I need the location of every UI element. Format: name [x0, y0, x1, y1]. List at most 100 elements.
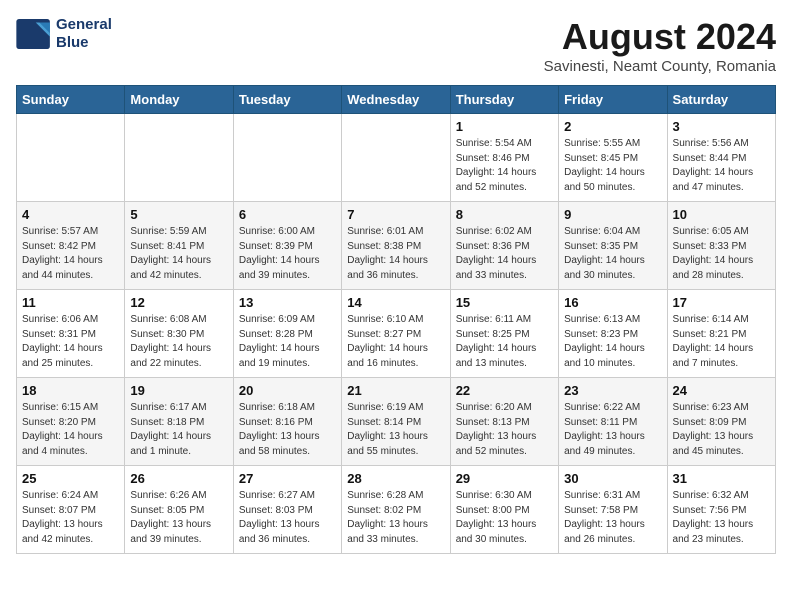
calendar-cell: 9 Sunrise: 6:04 AM Sunset: 8:35 PM Daylig…	[559, 202, 667, 290]
header-friday: Friday	[559, 86, 667, 114]
calendar-cell: 4 Sunrise: 5:57 AM Sunset: 8:42 PM Daylig…	[17, 202, 125, 290]
calendar-cell: 13 Sunrise: 6:09 AM Sunset: 8:28 PM Dayli…	[233, 290, 341, 378]
day-detail: Sunrise: 6:05 AM Sunset: 8:33 PM Dayligh…	[673, 225, 770, 283]
calendar-cell: 3 Sunrise: 5:56 AM Sunset: 8:44 PM Daylig…	[667, 114, 775, 202]
day-number: 24	[673, 383, 770, 398]
day-detail: Sunrise: 5:54 AM Sunset: 8:46 PM Dayligh…	[456, 137, 553, 195]
day-detail: Sunrise: 5:56 AM Sunset: 8:44 PM Dayligh…	[673, 137, 770, 195]
day-detail: Sunrise: 6:01 AM Sunset: 8:38 PM Dayligh…	[347, 225, 444, 283]
title-block: August 2024 Savinesti, Neamt County, Rom…	[544, 16, 776, 75]
day-detail: Sunrise: 6:11 AM Sunset: 8:25 PM Dayligh…	[456, 313, 553, 371]
day-number: 5	[130, 207, 227, 222]
day-detail: Sunrise: 6:19 AM Sunset: 8:14 PM Dayligh…	[347, 401, 444, 459]
day-number: 14	[347, 295, 444, 310]
week-row-5: 25Sunrise: 6:24 AM Sunset: 8:07 PM Dayli…	[17, 466, 776, 554]
logo: General Blue	[16, 16, 112, 52]
day-detail: Sunrise: 5:55 AM Sunset: 8:45 PM Dayligh…	[564, 137, 661, 195]
day-detail: Sunrise: 6:31 AM Sunset: 7:58 PM Dayligh…	[564, 489, 661, 547]
day-number: 2	[564, 119, 661, 134]
day-number: 21	[347, 383, 444, 398]
day-number: 23	[564, 383, 661, 398]
calendar-cell: 31Sunrise: 6:32 AM Sunset: 7:56 PM Dayli…	[667, 466, 775, 554]
calendar-cell: 29 Sunrise: 6:30 AM Sunset: 8:00 PM Dayli…	[450, 466, 558, 554]
day-number: 8	[456, 207, 553, 222]
day-detail: Sunrise: 6:15 AM Sunset: 8:20 PM Dayligh…	[22, 401, 119, 459]
day-detail: Sunrise: 6:00 AM Sunset: 8:39 PM Dayligh…	[239, 225, 336, 283]
calendar-cell: 1 Sunrise: 5:54 AM Sunset: 8:46 PM Daylig…	[450, 114, 558, 202]
day-detail: Sunrise: 5:57 AM Sunset: 8:42 PM Dayligh…	[22, 225, 119, 283]
day-number: 31	[673, 471, 770, 486]
day-number: 4	[22, 207, 119, 222]
calendar-cell: 25Sunrise: 6:24 AM Sunset: 8:07 PM Dayli…	[17, 466, 125, 554]
calendar-cell: 23 Sunrise: 6:22 AM Sunset: 8:11 PM Dayli…	[559, 378, 667, 466]
day-number: 29	[456, 471, 553, 486]
calendar-cell: 2 Sunrise: 5:55 AM Sunset: 8:45 PM Daylig…	[559, 114, 667, 202]
day-detail: Sunrise: 6:10 AM Sunset: 8:27 PM Dayligh…	[347, 313, 444, 371]
header-sunday: Sunday	[17, 86, 125, 114]
day-detail: Sunrise: 6:14 AM Sunset: 8:21 PM Dayligh…	[673, 313, 770, 371]
calendar-cell: 26 Sunrise: 6:26 AM Sunset: 8:05 PM Dayli…	[125, 466, 233, 554]
calendar-cell: 27 Sunrise: 6:27 AM Sunset: 8:03 PM Dayli…	[233, 466, 341, 554]
day-detail: Sunrise: 6:24 AM Sunset: 8:07 PM Dayligh…	[22, 489, 119, 547]
header-tuesday: Tuesday	[233, 86, 341, 114]
day-detail: Sunrise: 6:06 AM Sunset: 8:31 PM Dayligh…	[22, 313, 119, 371]
day-detail: Sunrise: 6:22 AM Sunset: 8:11 PM Dayligh…	[564, 401, 661, 459]
calendar-cell: 24Sunrise: 6:23 AM Sunset: 8:09 PM Dayli…	[667, 378, 775, 466]
day-detail: Sunrise: 6:26 AM Sunset: 8:05 PM Dayligh…	[130, 489, 227, 547]
calendar-cell: 10 Sunrise: 6:05 AM Sunset: 8:33 PM Dayli…	[667, 202, 775, 290]
calendar-cell: 5 Sunrise: 5:59 AM Sunset: 8:41 PM Daylig…	[125, 202, 233, 290]
day-number: 13	[239, 295, 336, 310]
day-detail: Sunrise: 6:20 AM Sunset: 8:13 PM Dayligh…	[456, 401, 553, 459]
header-saturday: Saturday	[667, 86, 775, 114]
day-detail: Sunrise: 5:59 AM Sunset: 8:41 PM Dayligh…	[130, 225, 227, 283]
week-row-3: 11 Sunrise: 6:06 AM Sunset: 8:31 PM Dayli…	[17, 290, 776, 378]
day-number: 20	[239, 383, 336, 398]
calendar-cell: 30 Sunrise: 6:31 AM Sunset: 7:58 PM Dayli…	[559, 466, 667, 554]
day-number: 6	[239, 207, 336, 222]
day-number: 7	[347, 207, 444, 222]
day-number: 26	[130, 471, 227, 486]
calendar-cell	[125, 114, 233, 202]
calendar-cell: 8Sunrise: 6:02 AM Sunset: 8:36 PM Daylig…	[450, 202, 558, 290]
day-detail: Sunrise: 6:30 AM Sunset: 8:00 PM Dayligh…	[456, 489, 553, 547]
calendar-cell	[342, 114, 450, 202]
day-number: 1	[456, 119, 553, 134]
calendar-table: SundayMondayTuesdayWednesdayThursdayFrid…	[16, 85, 776, 554]
day-number: 28	[347, 471, 444, 486]
weekday-header-row: SundayMondayTuesdayWednesdayThursdayFrid…	[17, 86, 776, 114]
calendar-cell: 17Sunrise: 6:14 AM Sunset: 8:21 PM Dayli…	[667, 290, 775, 378]
week-row-2: 4 Sunrise: 5:57 AM Sunset: 8:42 PM Daylig…	[17, 202, 776, 290]
day-number: 3	[673, 119, 770, 134]
calendar-cell: 18 Sunrise: 6:15 AM Sunset: 8:20 PM Dayli…	[17, 378, 125, 466]
month-year-title: August 2024	[544, 16, 776, 58]
day-number: 12	[130, 295, 227, 310]
header-wednesday: Wednesday	[342, 86, 450, 114]
day-number: 9	[564, 207, 661, 222]
calendar-cell: 20 Sunrise: 6:18 AM Sunset: 8:16 PM Dayli…	[233, 378, 341, 466]
calendar-cell: 16Sunrise: 6:13 AM Sunset: 8:23 PM Dayli…	[559, 290, 667, 378]
day-number: 18	[22, 383, 119, 398]
calendar-cell: 6 Sunrise: 6:00 AM Sunset: 8:39 PM Daylig…	[233, 202, 341, 290]
calendar-cell: 7 Sunrise: 6:01 AM Sunset: 8:38 PM Daylig…	[342, 202, 450, 290]
day-number: 27	[239, 471, 336, 486]
calendar-cell: 28Sunrise: 6:28 AM Sunset: 8:02 PM Dayli…	[342, 466, 450, 554]
calendar-cell	[17, 114, 125, 202]
day-number: 30	[564, 471, 661, 486]
week-row-1: 1 Sunrise: 5:54 AM Sunset: 8:46 PM Daylig…	[17, 114, 776, 202]
day-detail: Sunrise: 6:13 AM Sunset: 8:23 PM Dayligh…	[564, 313, 661, 371]
logo-icon	[16, 19, 52, 49]
page-header: General Blue August 2024 Savinesti, Neam…	[16, 16, 776, 75]
calendar-cell: 14 Sunrise: 6:10 AM Sunset: 8:27 PM Dayli…	[342, 290, 450, 378]
day-number: 11	[22, 295, 119, 310]
calendar-cell: 21 Sunrise: 6:19 AM Sunset: 8:14 PM Dayli…	[342, 378, 450, 466]
day-detail: Sunrise: 6:08 AM Sunset: 8:30 PM Dayligh…	[130, 313, 227, 371]
day-detail: Sunrise: 6:18 AM Sunset: 8:16 PM Dayligh…	[239, 401, 336, 459]
day-number: 15	[456, 295, 553, 310]
day-number: 22	[456, 383, 553, 398]
day-detail: Sunrise: 6:27 AM Sunset: 8:03 PM Dayligh…	[239, 489, 336, 547]
day-detail: Sunrise: 6:04 AM Sunset: 8:35 PM Dayligh…	[564, 225, 661, 283]
calendar-cell: 15 Sunrise: 6:11 AM Sunset: 8:25 PM Dayli…	[450, 290, 558, 378]
day-detail: Sunrise: 6:09 AM Sunset: 8:28 PM Dayligh…	[239, 313, 336, 371]
day-number: 10	[673, 207, 770, 222]
location-subtitle: Savinesti, Neamt County, Romania	[544, 58, 776, 75]
